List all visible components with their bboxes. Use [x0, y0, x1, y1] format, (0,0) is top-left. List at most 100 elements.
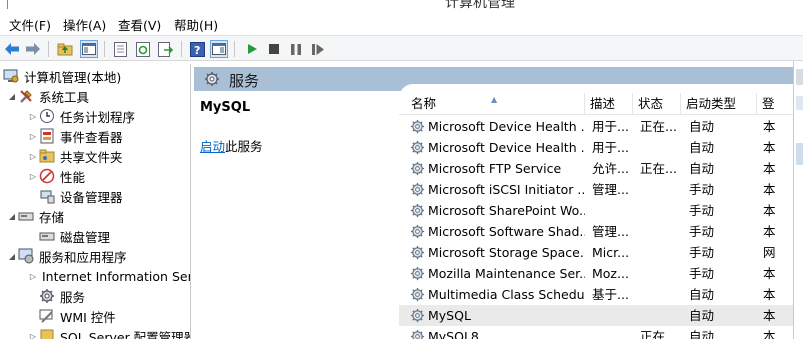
service-row[interactable]: Microsoft SharePoint Wo... 手动 本	[399, 200, 793, 221]
expanded-arrow-icon[interactable]: ◢	[6, 206, 18, 226]
collapsed-arrow-icon[interactable]: ▷	[27, 106, 39, 126]
services-icon	[39, 288, 55, 304]
service-row[interactable]: Microsoft Device Health ... 用于... 正在... 自动 本	[399, 116, 793, 137]
tree-node-iis[interactable]: ▷ Internet Information Services	[27, 266, 190, 286]
actions-pane	[793, 61, 803, 339]
stop-icon[interactable]	[265, 40, 283, 58]
tree-node-device-manager[interactable]: 设备管理器	[27, 186, 123, 206]
collapsed-arrow-icon[interactable]: ▷	[27, 166, 39, 186]
column-name[interactable]: ▲ 名称	[399, 93, 585, 115]
service-status	[640, 179, 681, 200]
service-description: 允许...	[592, 161, 629, 176]
start-service-text: 启动此服务	[200, 136, 263, 155]
collapsed-arrow-icon[interactable]: ▷	[27, 266, 39, 286]
service-gear-icon	[410, 182, 425, 197]
service-logon-as: 本	[763, 266, 776, 281]
refresh-icon[interactable]	[134, 40, 152, 58]
menu-help[interactable]: 帮助(H)	[174, 15, 218, 34]
service-gear-icon	[410, 308, 425, 323]
tree-node-task-scheduler[interactable]: ▷ 任务计划程序	[27, 106, 135, 126]
tree-node-services-applications[interactable]: ◢ 服务和应用程序	[6, 246, 127, 266]
service-logon-as: 本	[763, 203, 776, 218]
column-startup-type[interactable]: 启动类型	[681, 93, 757, 115]
column-label: 名称	[411, 96, 437, 111]
service-row[interactable]: Microsoft Software Shad... 管理... 手动 本	[399, 221, 793, 242]
collapsed-arrow-icon[interactable]: ▷	[27, 126, 39, 146]
up-folder-icon[interactable]	[56, 40, 74, 58]
column-status[interactable]: 状态	[633, 93, 681, 115]
show-action-pane-icon[interactable]	[210, 40, 228, 58]
service-status: 正在	[640, 329, 666, 339]
menu-file[interactable]: 文件(F)	[9, 15, 51, 34]
service-gear-icon	[410, 203, 425, 218]
expanded-arrow-icon[interactable]: ◢	[6, 246, 18, 266]
tree-node-services[interactable]: 服务	[27, 286, 85, 306]
service-name: Microsoft Device Health ...	[428, 119, 585, 134]
collapsed-arrow-icon[interactable]: ▷	[27, 326, 39, 339]
help-icon[interactable]: ?	[188, 40, 206, 58]
start-service-suffix: 此服务	[225, 139, 263, 154]
service-startup-type: 手动	[689, 245, 715, 260]
expanded-arrow-icon[interactable]: ◢	[6, 86, 18, 106]
tree-label: 系统工具	[39, 89, 90, 105]
actions-item[interactable]	[796, 96, 803, 110]
service-row[interactable]: Microsoft Device Health ... 用于... 自动 本	[399, 137, 793, 158]
tree-label: SQL Server 配置管理器	[60, 329, 191, 339]
play-icon[interactable]	[243, 40, 261, 58]
service-description: 管理...	[592, 224, 629, 239]
tree-label: 任务计划程序	[60, 109, 136, 125]
properties-icon[interactable]	[111, 40, 129, 58]
tree-node-shared-folders[interactable]: ▷ 共享文件夹	[27, 146, 123, 166]
tree-node-disk-management[interactable]: 磁盘管理	[27, 226, 110, 246]
tree-label: 计算机管理(本地)	[24, 69, 122, 85]
computer-management-icon	[3, 68, 19, 84]
service-gear-icon	[410, 329, 425, 339]
service-row[interactable]: MySQL 自动 本	[399, 305, 793, 326]
toolbar-separator	[48, 41, 49, 57]
service-row[interactable]: MySQL8 正在 自动 本	[399, 326, 793, 339]
service-gear-icon	[410, 287, 425, 302]
export-list-icon[interactable]	[157, 40, 175, 58]
collapsed-arrow-icon[interactable]: ▷	[27, 146, 39, 166]
tree-node-performance[interactable]: ▷ 性能	[27, 166, 85, 186]
menu-view[interactable]: 查看(V)	[118, 15, 161, 34]
tree-node-event-viewer[interactable]: ▷ 事件查看器	[27, 126, 123, 146]
show-console-tree-icon[interactable]	[80, 40, 98, 58]
start-service-link[interactable]: 启动	[200, 139, 225, 154]
service-row[interactable]: Microsoft iSCSI Initiator ... 管理... 手动 本	[399, 179, 793, 200]
tree-label: 磁盘管理	[60, 229, 111, 245]
forward-icon[interactable]	[24, 40, 42, 58]
tree-node-sql-config[interactable]: ▷ SQL Server 配置管理器	[27, 326, 191, 339]
back-icon[interactable]	[3, 40, 21, 58]
tree-node-wmi-control[interactable]: WMI 控件	[27, 306, 116, 326]
column-description[interactable]: 描述	[585, 93, 633, 115]
service-startup-type: 自动	[689, 140, 715, 155]
tree-node-computer-management[interactable]: 计算机管理(本地)	[3, 66, 121, 86]
service-description	[592, 326, 633, 339]
tree-label: Internet Information Services	[42, 268, 190, 284]
system-tools-icon	[18, 88, 34, 104]
service-description-pane: MySQL 启动此服务	[194, 91, 399, 339]
column-logon-as[interactable]: 登	[757, 93, 793, 115]
service-row[interactable]: Mozilla Maintenance Ser... Moz... 手动 本	[399, 263, 793, 284]
service-status	[640, 221, 681, 242]
menu-action[interactable]: 操作(A)	[63, 15, 106, 34]
service-gear-icon	[410, 140, 425, 155]
service-startup-type: 手动	[689, 224, 715, 239]
system-menu-icon[interactable]	[0, 0, 8, 9]
tree-node-system-tools[interactable]: ◢ 系统工具	[6, 86, 89, 106]
service-logon-as: 本	[763, 140, 776, 155]
event-viewer-icon	[39, 128, 55, 144]
service-description: 用于...	[592, 140, 629, 155]
tree-node-storage[interactable]: ◢ 存储	[6, 206, 64, 226]
pause-icon[interactable]	[287, 40, 305, 58]
device-manager-icon	[39, 188, 55, 204]
actions-item-selected[interactable]	[796, 143, 803, 165]
restart-icon[interactable]	[309, 40, 327, 58]
service-row[interactable]: Multimedia Class Schedu... 基于... 自动 本	[399, 284, 793, 305]
service-description	[592, 305, 633, 326]
service-logon-as: 本	[763, 329, 776, 339]
service-row[interactable]: Microsoft FTP Service 允许... 正在... 自动 本	[399, 158, 793, 179]
service-row[interactable]: Microsoft Storage Space... Micr... 手动 网	[399, 242, 793, 263]
no-expander	[27, 286, 39, 306]
